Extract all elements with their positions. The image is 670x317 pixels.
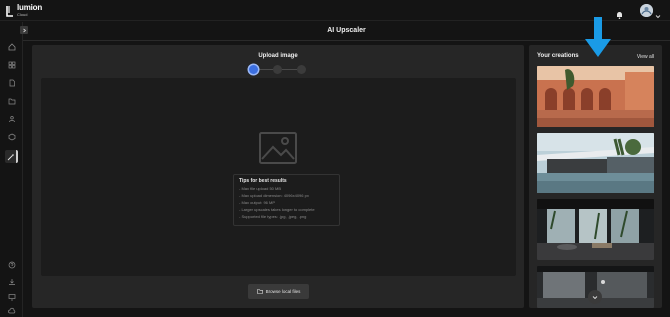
creation-thumbnail[interactable] xyxy=(537,133,654,193)
bell-icon[interactable] xyxy=(616,6,623,24)
creations-panel: Your creations View all xyxy=(529,45,662,308)
tip-item: - Larger upscales takes longer to comple… xyxy=(239,207,315,212)
download-icon[interactable] xyxy=(5,275,18,288)
upload-title: Upload image xyxy=(258,53,298,59)
creation-thumbnail[interactable] xyxy=(537,199,654,260)
magic-wand-icon[interactable] xyxy=(5,150,18,163)
lumion-logo[interactable]: lumion Cloud xyxy=(6,4,42,17)
folder-icon xyxy=(256,288,263,295)
step-connector xyxy=(282,69,297,70)
step-1 xyxy=(249,65,258,74)
browse-label: Browse local files xyxy=(265,289,301,294)
avatar[interactable] xyxy=(640,4,653,17)
step-2 xyxy=(273,65,282,74)
document-icon[interactable] xyxy=(5,76,18,89)
tip-item: - Max file upload 50 MB xyxy=(239,186,282,191)
chevron-down-icon[interactable] xyxy=(655,6,661,24)
chevron-down-icon xyxy=(592,295,598,299)
people-icon[interactable] xyxy=(5,112,18,125)
annotation-arrow-icon xyxy=(585,17,611,64)
step-3 xyxy=(297,65,306,74)
left-rail xyxy=(0,22,23,317)
help-icon[interactable] xyxy=(5,258,18,271)
tip-item: - Supported file types: .jpg, .jpeg, .pn… xyxy=(239,214,307,219)
folder-icon[interactable] xyxy=(5,94,18,107)
view-all-link[interactable]: View all xyxy=(637,54,654,60)
divider xyxy=(23,40,670,41)
creations-title: Your creations xyxy=(537,53,579,59)
dropzone[interactable]: Tips for best results - Max file upload … xyxy=(41,78,516,276)
tips-box: Tips for best results - Max file upload … xyxy=(233,174,340,226)
lumion-logo-icon xyxy=(6,5,14,17)
browse-local-files-button[interactable]: Browse local files xyxy=(248,284,309,299)
top-bar: lumion Cloud xyxy=(0,0,670,21)
brand-sub: Cloud xyxy=(17,12,28,17)
image-placeholder-icon xyxy=(258,131,298,170)
cloud-icon[interactable] xyxy=(5,304,18,317)
tip-item: - Max upload dimension: 4096x4096 px xyxy=(239,193,309,198)
creation-thumbnail[interactable] xyxy=(537,66,654,127)
scroll-down-button[interactable] xyxy=(588,290,602,304)
box-icon[interactable] xyxy=(5,130,18,143)
stepper xyxy=(249,65,307,74)
grid-icon[interactable] xyxy=(5,58,18,71)
tips-title: Tips for best results xyxy=(239,178,287,184)
home-icon[interactable] xyxy=(5,40,18,53)
upload-panel: Upload image Tips for best results - Max… xyxy=(32,45,524,308)
monitor-icon[interactable] xyxy=(5,290,18,303)
tip-item: - Max output: 96 MP xyxy=(239,200,276,205)
page-title: AI Upscaler xyxy=(327,27,366,34)
brand-name: lumion xyxy=(17,3,43,12)
step-connector xyxy=(258,69,273,70)
